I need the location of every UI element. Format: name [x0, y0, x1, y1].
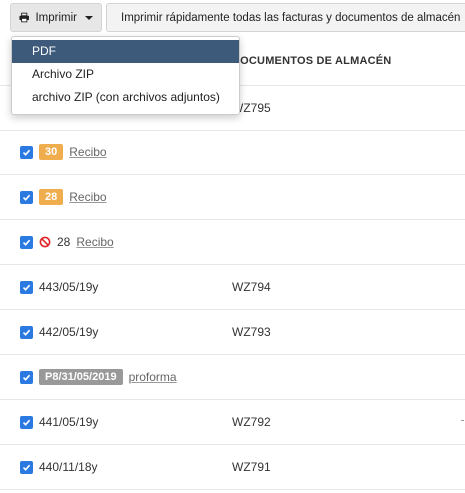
row-checkbox[interactable]	[20, 370, 33, 384]
check-icon	[22, 329, 31, 336]
receipt-link[interactable]: Recibo	[69, 190, 106, 204]
warehouse-doc: WZ792	[232, 415, 271, 429]
table-row: P8/31/05/2019 proforma	[0, 355, 465, 400]
quick-print-label: Imprimir rápidamente todas las facturas …	[121, 11, 461, 24]
warehouse-doc: WZ794	[232, 280, 271, 294]
status-badge: 28	[39, 189, 64, 205]
table-row: 28 Recibo	[0, 175, 465, 220]
check-icon	[22, 194, 31, 201]
row-checkbox[interactable]	[20, 325, 33, 339]
check-icon	[22, 284, 31, 291]
receipt-number: 28	[57, 235, 71, 249]
invoice-number: 440/11/18y	[39, 460, 98, 474]
receipt-link[interactable]: Recibo	[76, 235, 113, 249]
row-checkbox[interactable]	[20, 460, 33, 474]
table-row: 443/05/19y WZ794	[0, 265, 465, 310]
proforma-badge: P8/31/05/2019	[39, 369, 123, 385]
invoice-number: 443/05/19y	[39, 280, 99, 294]
menu-item-pdf[interactable]: PDF	[12, 40, 239, 63]
row-checkbox[interactable]	[20, 145, 33, 159]
table-row: 441/05/19y WZ792	[0, 400, 465, 445]
status-badge: 30	[39, 144, 64, 160]
table-row: 442/05/19y WZ793	[0, 310, 465, 355]
quick-print-button[interactable]: Imprimir rápidamente todas las facturas …	[106, 3, 465, 32]
print-dropdown-menu: PDF Archivo ZIP archivo ZIP (con archivo…	[11, 36, 240, 115]
print-button[interactable]: Imprimir	[10, 3, 102, 32]
column-header-warehouse-docs: DOCUMENTOS DE ALMACÉN	[232, 55, 392, 67]
warehouse-doc: WZ793	[232, 325, 271, 339]
receipt-link[interactable]: Recibo	[69, 145, 106, 159]
check-icon	[22, 149, 31, 156]
row-checkbox[interactable]	[20, 235, 33, 249]
print-button-label: Imprimir	[35, 11, 77, 24]
caret-down-icon	[85, 15, 93, 20]
warehouse-doc: WZ791	[232, 460, 271, 474]
ban-icon	[39, 236, 51, 248]
printer-icon	[19, 12, 30, 23]
check-icon	[22, 374, 31, 381]
table-row: 30 Recibo	[0, 130, 465, 175]
invoice-number: 442/05/19y	[39, 325, 99, 339]
menu-item-zip[interactable]: Archivo ZIP	[12, 63, 239, 86]
toolbar: Imprimir Imprimir rápidamente todas las …	[0, 0, 465, 36]
table-row: 440/11/18y WZ791	[0, 445, 465, 490]
divider	[461, 420, 464, 421]
check-icon	[22, 464, 31, 471]
row-checkbox[interactable]	[20, 280, 33, 294]
invoice-number: 441/05/19y	[39, 415, 99, 429]
proforma-link[interactable]: proforma	[129, 370, 177, 384]
table-row: 28 Recibo	[0, 220, 465, 265]
row-checkbox[interactable]	[20, 190, 33, 204]
menu-item-zip-attachments[interactable]: archivo ZIP (con archivos adjuntos)	[12, 86, 239, 109]
row-checkbox[interactable]	[20, 415, 33, 429]
check-icon	[22, 419, 31, 426]
check-icon	[22, 239, 31, 246]
